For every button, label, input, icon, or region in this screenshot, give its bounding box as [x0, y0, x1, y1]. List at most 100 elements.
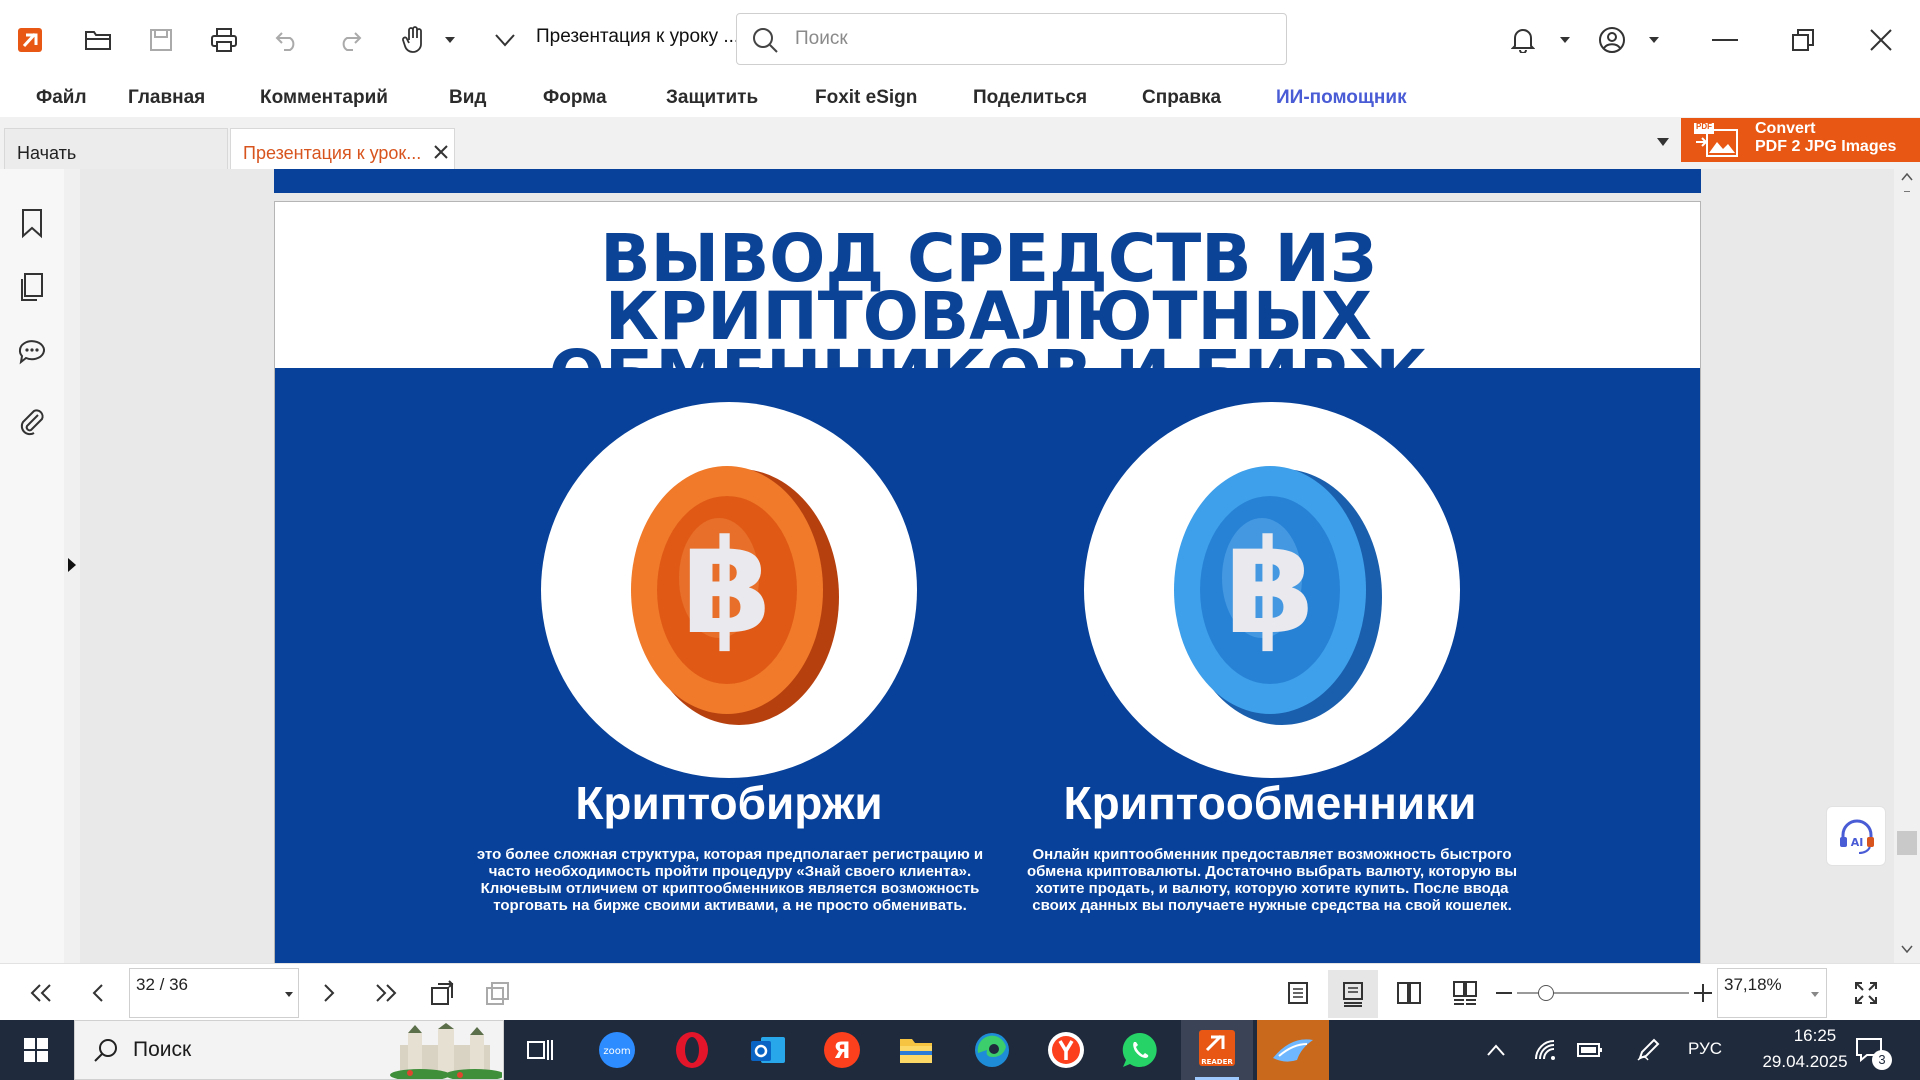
pages-icon[interactable] — [16, 271, 48, 303]
undo-icon[interactable] — [267, 20, 307, 60]
panel-gutter[interactable] — [64, 169, 80, 963]
slide-body: ฿ ฿ Криптобиржи это более сложная структ… — [275, 368, 1700, 963]
print-icon[interactable] — [204, 20, 244, 60]
save-icon[interactable] — [141, 20, 181, 60]
tab-bar: Начать Презентация к урок... — [0, 117, 1920, 169]
rotate-view-icon[interactable] — [425, 976, 459, 1010]
yandex-browser-icon[interactable] — [1044, 1028, 1088, 1072]
single-page-view-icon[interactable] — [1281, 976, 1315, 1010]
menu-file[interactable]: Файл — [36, 87, 87, 109]
document-viewport[interactable]: ВЫВОД СРЕДСТВ ИЗ КРИПТОВАЛЮТНЫХ ОБМЕННИК… — [80, 169, 1894, 963]
taskbar-search-icon — [94, 1039, 117, 1062]
menu-protect[interactable]: Защитить — [666, 87, 758, 109]
tab-start-label: Начать — [17, 143, 77, 163]
continuous-facing-view-icon[interactable] — [1448, 976, 1482, 1010]
open-folder-icon[interactable] — [78, 20, 118, 60]
menu-form[interactable]: Форма — [543, 87, 607, 109]
keyboard-language[interactable]: РУС — [1688, 1039, 1722, 1059]
menu-share[interactable]: Поделиться — [973, 87, 1087, 109]
outlook-icon[interactable] — [746, 1028, 790, 1072]
bell-dropdown-icon[interactable] — [1545, 20, 1585, 60]
yandex-icon[interactable]: Я — [820, 1028, 864, 1072]
exchanger-coin-circle: ฿ — [1084, 402, 1460, 778]
menu-home[interactable]: Главная — [128, 87, 205, 109]
edge-icon[interactable] — [970, 1028, 1014, 1072]
tray-chevron-up-icon[interactable] — [1474, 1028, 1518, 1072]
last-page-icon[interactable] — [369, 976, 403, 1010]
bell-icon[interactable] — [1503, 20, 1543, 60]
page-dropdown-icon[interactable] — [284, 991, 294, 998]
foxit-reader-app-icon: READER — [1199, 1030, 1235, 1066]
continuous-view-icon[interactable] — [1328, 970, 1378, 1018]
navigation-panel — [0, 169, 64, 963]
coin-symbol-left: ฿ — [682, 511, 772, 663]
restore-icon[interactable] — [1783, 20, 1823, 60]
foxit-reader-taskbar-item[interactable]: READER — [1181, 1020, 1253, 1080]
promo-badge: PDF — [1696, 122, 1712, 131]
attachment-icon[interactable] — [16, 405, 48, 437]
menu-view[interactable]: Вид — [449, 87, 486, 109]
hand-tool-icon[interactable] — [393, 20, 433, 60]
promo-line2: PDF 2 JPG Images — [1755, 138, 1897, 155]
hand-tool-dropdown-icon[interactable] — [430, 20, 470, 60]
second-app-taskbar-item[interactable] — [1257, 1020, 1329, 1080]
close-icon[interactable] — [1861, 20, 1901, 60]
tab-close-icon[interactable] — [434, 145, 448, 159]
extract-view-icon[interactable] — [480, 976, 514, 1010]
menu-ai-assistant[interactable]: ИИ-помощник — [1276, 87, 1407, 109]
scroll-up-icon[interactable] — [1901, 173, 1913, 181]
taskbar-search-label: Поиск — [133, 1038, 192, 1061]
page-number-input[interactable] — [136, 973, 266, 997]
expand-panel-icon[interactable] — [67, 557, 77, 573]
windows-start-icon[interactable] — [14, 1028, 58, 1072]
comments-icon[interactable] — [16, 335, 48, 367]
zoom-dropdown-icon[interactable] — [1810, 991, 1820, 998]
search-input[interactable] — [795, 26, 1265, 52]
notifications-icon[interactable]: 3 — [1848, 1028, 1892, 1072]
taskbar-search[interactable]: Поиск — [74, 1020, 504, 1080]
previous-page-icon[interactable] — [81, 976, 115, 1010]
menu-esign[interactable]: Foxit eSign — [815, 87, 917, 109]
task-view-icon[interactable] — [518, 1028, 562, 1072]
zoom-level-input[interactable] — [1724, 973, 1804, 997]
zoom-out-icon[interactable] — [1487, 976, 1521, 1010]
convert-promo-banner[interactable]: PDF Convert PDF 2 JPG Images — [1681, 118, 1920, 162]
page-number-box[interactable] — [129, 968, 299, 1018]
zoom-in-icon[interactable] — [1686, 976, 1720, 1010]
menu-help[interactable]: Справка — [1142, 87, 1221, 109]
pen-icon[interactable] — [1626, 1028, 1670, 1072]
redo-icon[interactable] — [330, 20, 370, 60]
next-page-icon[interactable] — [312, 976, 346, 1010]
first-page-icon[interactable] — [24, 976, 58, 1010]
yandex-app-label: Я — [834, 1039, 851, 1064]
vertical-scrollbar[interactable] — [1894, 169, 1920, 963]
network-icon[interactable] — [1524, 1028, 1568, 1072]
zoom-app-icon[interactable]: zoom — [595, 1028, 639, 1072]
scroll-down-icon[interactable] — [1901, 945, 1913, 953]
zoom-level-box[interactable] — [1717, 968, 1827, 1018]
scroll-thumb[interactable] — [1897, 831, 1917, 855]
search-box[interactable] — [736, 13, 1287, 65]
whatsapp-icon[interactable] — [1118, 1028, 1162, 1072]
minimize-icon[interactable] — [1705, 20, 1745, 60]
account-dropdown-icon[interactable] — [1634, 20, 1674, 60]
bookmark-icon[interactable] — [16, 207, 48, 239]
menu-comment[interactable]: Комментарий — [260, 87, 388, 109]
column-text-exchangers: Онлайн криптообменник предоставляет возм… — [1026, 846, 1518, 914]
file-explorer-icon[interactable] — [894, 1028, 938, 1072]
account-icon[interactable] — [1592, 20, 1632, 60]
chevron-down-icon[interactable] — [485, 20, 525, 60]
foxit-logo-icon[interactable] — [10, 20, 50, 60]
zoom-slider-handle[interactable] — [1538, 985, 1554, 1001]
tab-document[interactable]: Презентация к урок... — [230, 128, 455, 169]
tabs-dropdown-icon[interactable] — [1656, 137, 1676, 157]
bitcoin-orange-coin-icon: ฿ — [631, 466, 839, 725]
facing-view-icon[interactable] — [1392, 976, 1426, 1010]
battery-icon[interactable] — [1568, 1028, 1612, 1072]
fullscreen-icon[interactable] — [1849, 976, 1883, 1010]
ai-assistant-widget[interactable]: AI — [1826, 806, 1886, 866]
tab-start[interactable]: Начать — [4, 128, 228, 169]
title-bar: Презентация к уроку ... — [0, 0, 1920, 77]
opera-icon[interactable] — [670, 1028, 714, 1072]
tab-document-label: Презентация к урок... — [243, 143, 422, 163]
